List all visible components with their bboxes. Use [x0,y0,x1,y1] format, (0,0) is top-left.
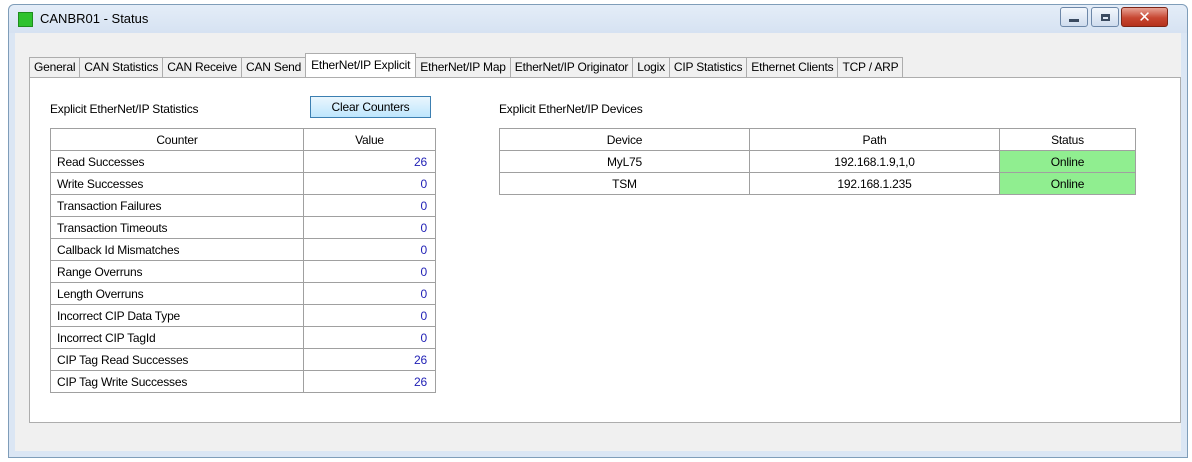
table-row[interactable]: Range Overruns 0 [50,260,436,283]
table-row[interactable]: Transaction Timeouts 0 [50,216,436,239]
table-row[interactable]: TSM 192.168.1.235 Online [499,172,1136,195]
counter-name: Transaction Timeouts [50,216,304,239]
tab-ethernet-ip-originator[interactable]: EtherNet/IP Originator [509,57,634,77]
devices-heading: Explicit EtherNet/IP Devices [499,102,643,116]
column-header-path[interactable]: Path [749,128,1000,151]
counter-name: Write Successes [50,172,304,195]
device-status: Online [999,150,1136,173]
client-area: General CAN Statistics CAN Receive CAN Send… [15,33,1181,451]
counter-name: Length Overruns [50,282,304,305]
clear-counters-button[interactable]: Clear Counters [310,96,431,118]
devices-header-row: Device Path Status [499,128,1136,151]
table-row[interactable]: CIP Tag Write Successes 26 [50,370,436,393]
stats-table: Counter Value Read Successes 26 Write Succ… [50,128,436,393]
tab-tcp-arp[interactable]: TCP / ARP [837,57,904,77]
window-bottom-area [15,437,1181,451]
column-header-counter[interactable]: Counter [50,128,304,151]
counter-name: Transaction Failures [50,194,304,217]
green-square-icon [18,12,33,27]
window-title: CANBR01 - Status [40,11,149,26]
minimize-icon [1069,19,1079,22]
minimize-button[interactable] [1060,7,1088,27]
column-header-status[interactable]: Status [999,128,1136,151]
counter-name: Range Overruns [50,260,304,283]
tab-ethernet-clients[interactable]: Ethernet Clients [746,57,839,77]
device-status: Online [999,172,1136,195]
table-row[interactable]: CIP Tag Read Successes 26 [50,348,436,371]
close-icon: ✕ [1138,8,1151,26]
counter-name: CIP Tag Write Successes [50,370,304,393]
table-row[interactable]: Transaction Failures 0 [50,194,436,217]
counter-value: 26 [303,150,436,173]
counter-name: Read Successes [50,150,304,173]
status-window: CANBR01 - Status ✕ General CAN Statistics… [8,4,1188,458]
tab-cip-statistics[interactable]: CIP Statistics [668,57,748,77]
device-path: 192.168.1.9,1,0 [749,150,1000,173]
tab-general[interactable]: General [29,57,81,77]
tab-can-send[interactable]: CAN Send [241,57,307,77]
column-header-value[interactable]: Value [303,128,436,151]
counter-value: 0 [303,282,436,305]
tab-ethernet-ip-map[interactable]: EtherNet/IP Map [415,57,511,77]
device-name: TSM [499,172,750,195]
tab-panel-ethernet-ip-explicit: Explicit EtherNet/IP Statistics Clear Co… [29,77,1181,423]
title-bar[interactable]: CANBR01 - Status ✕ [9,5,1187,33]
table-row[interactable]: Incorrect CIP TagId 0 [50,326,436,349]
table-row[interactable]: MyL75 192.168.1.9,1,0 Online [499,150,1136,173]
table-row[interactable]: Read Successes 26 [50,150,436,173]
devices-table: Device Path Status MyL75 192.168.1.9,1,0 O… [499,128,1136,195]
stats-heading: Explicit EtherNet/IP Statistics [50,102,199,116]
counter-value: 26 [303,370,436,393]
counter-value: 26 [303,348,436,371]
table-row[interactable]: Callback Id Mismatches 0 [50,238,436,261]
tab-can-statistics[interactable]: CAN Statistics [79,57,164,77]
tab-ethernet-ip-explicit[interactable]: EtherNet/IP Explicit [305,53,417,77]
counter-name: Callback Id Mismatches [50,238,304,261]
stats-header-row: Counter Value [50,128,436,151]
device-name: MyL75 [499,150,750,173]
counter-value: 0 [303,216,436,239]
table-row[interactable]: Length Overruns 0 [50,282,436,305]
counter-value: 0 [303,326,436,349]
table-row[interactable]: Incorrect CIP Data Type 0 [50,304,436,327]
tab-strip: General CAN Statistics CAN Receive CAN Send… [29,53,904,77]
counter-value: 0 [303,304,436,327]
tab-logix[interactable]: Logix [632,57,670,77]
counter-value: 0 [303,260,436,283]
counter-name: Incorrect CIP TagId [50,326,304,349]
maximize-icon [1100,13,1110,21]
counter-value: 0 [303,194,436,217]
counter-value: 0 [303,172,436,195]
counter-name: CIP Tag Read Successes [50,348,304,371]
close-button[interactable]: ✕ [1121,7,1168,27]
counter-name: Incorrect CIP Data Type [50,304,304,327]
counter-value: 0 [303,238,436,261]
tab-can-receive[interactable]: CAN Receive [162,57,243,77]
table-row[interactable]: Write Successes 0 [50,172,436,195]
maximize-button[interactable] [1091,7,1119,27]
device-path: 192.168.1.235 [749,172,1000,195]
column-header-device[interactable]: Device [499,128,750,151]
